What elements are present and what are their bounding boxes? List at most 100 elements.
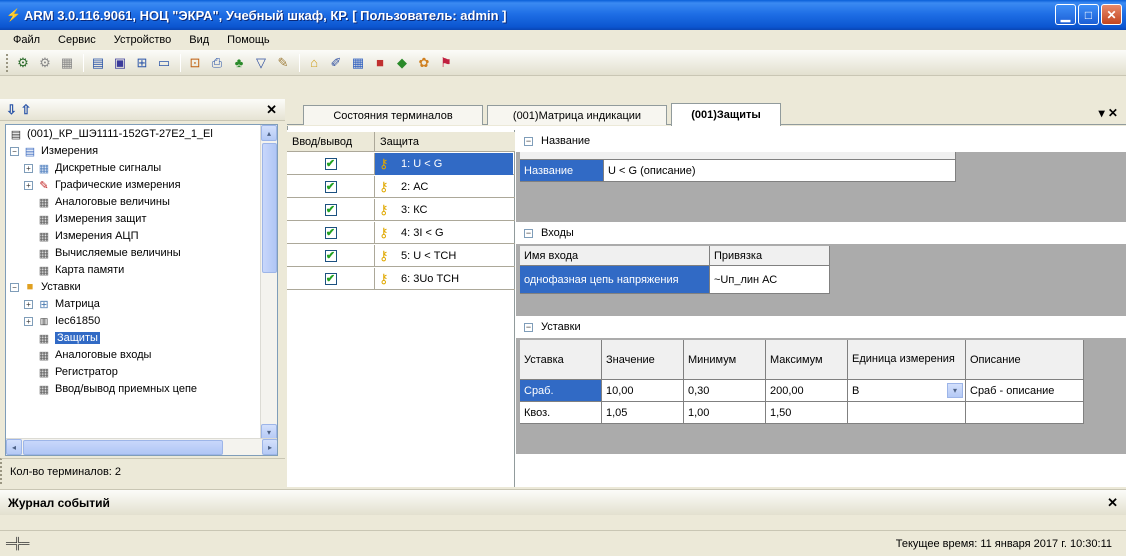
scroll-right-icon[interactable]: ▸ (262, 439, 277, 455)
tree-vertical-scrollbar[interactable]: ▴ ▾ (260, 125, 277, 440)
protection-row[interactable]: ✔ ⚷ 1: U < G (287, 153, 515, 175)
tree-item-adc[interactable]: ▦ Измерения АЦП (36, 228, 139, 244)
arrows-icon[interactable]: ⇩ ⇧ (6, 102, 31, 118)
list-icon[interactable]: ▤ (88, 53, 108, 73)
io-checkbox[interactable]: ✔ (324, 273, 337, 285)
users-icon[interactable]: ⚙ (13, 53, 33, 73)
chevron-down-icon[interactable]: ▾ (947, 383, 963, 398)
maximize-button[interactable]: □ (1078, 4, 1099, 25)
tab-protections[interactable]: (001)Защиты (671, 103, 781, 126)
tree-item-prot-meas[interactable]: ▦ Измерения защит (36, 211, 147, 227)
column-binding[interactable]: Привязка (710, 246, 830, 266)
event-journal-header[interactable]: Журнал событий ✕ (0, 489, 1126, 515)
column-input-name[interactable]: Имя входа (520, 246, 710, 266)
io-checkbox[interactable]: ✔ (324, 158, 337, 170)
menu-view[interactable]: Вид (180, 34, 218, 46)
io-checkbox[interactable]: ✔ (324, 250, 337, 262)
scroll-thumb[interactable] (262, 143, 277, 273)
folder-icon[interactable]: ⌂ (304, 53, 324, 73)
tab-indication-matrix[interactable]: (001)Матрица индикации (487, 105, 667, 125)
io-checkbox[interactable]: ✔ (324, 227, 337, 239)
settings-icon[interactable]: ▦ (348, 53, 368, 73)
menu-service[interactable]: Сервис (49, 34, 105, 46)
scroll-thumb[interactable] (23, 440, 223, 455)
unit-cell[interactable] (848, 402, 966, 424)
minimize-button[interactable]: ▁ (1055, 4, 1076, 25)
tree-horizontal-scrollbar[interactable]: ◂ ▸ (6, 438, 277, 455)
protection-row[interactable]: ✔ ⚷ 3: КС (287, 199, 515, 221)
tree-item-computed[interactable]: ▦ Вычисляемые величины (36, 245, 181, 261)
expand-icon[interactable]: + (24, 163, 33, 173)
tree-item-protections[interactable]: ▦ Защиты (36, 330, 100, 346)
name-value[interactable]: U < G (описание) (604, 160, 956, 182)
expand-icon[interactable]: + (24, 180, 33, 190)
expand-icon[interactable]: + (24, 299, 33, 309)
tree-item-memmap[interactable]: ▦ Карта памяти (36, 262, 124, 278)
tree-item-analog[interactable]: ▦ Аналоговые величины (36, 194, 170, 210)
collapse-icon[interactable]: − (10, 282, 19, 292)
input-binding-cell[interactable]: ~Uп_лин АС (710, 266, 830, 294)
scroll-left-icon[interactable]: ◂ (6, 439, 22, 455)
section-settings-header[interactable]: − Уставки (516, 316, 1126, 338)
column-description[interactable]: Описание (966, 340, 1084, 380)
setting-value-cell[interactable]: 10,00 (602, 380, 684, 402)
io-checkbox[interactable]: ✔ (324, 204, 337, 216)
tree-item-discrete[interactable]: + ▦ Дискретные сигналы (24, 160, 161, 176)
tree-item-io[interactable]: ▦ Ввод/вывод приемных цепе (36, 381, 197, 397)
tree-icon[interactable]: ♣ (229, 53, 249, 73)
tree-item-recorder[interactable]: ▦ Регистратор (36, 364, 118, 380)
export-icon[interactable]: ⎙ (207, 53, 227, 73)
close-button[interactable]: ✕ (1101, 4, 1122, 25)
tree-item-iec[interactable]: + ▥ Iec61850 (24, 313, 100, 329)
collapse-icon[interactable]: − (524, 228, 533, 238)
column-value[interactable]: Значение (602, 340, 684, 380)
plugin-icon[interactable]: ✿ (414, 53, 434, 73)
matrix-icon[interactable]: ⊞ (132, 53, 152, 73)
column-setting[interactable]: Уставка (520, 340, 602, 380)
tree-item-measurements[interactable]: − ▤ Измерения (10, 143, 98, 159)
device-icon[interactable]: ⊡ (185, 53, 205, 73)
setting-value-cell[interactable]: 1,05 (602, 402, 684, 424)
protection-row[interactable]: ✔ ⚷ 4: 3I < G (287, 222, 515, 244)
column-min[interactable]: Минимум (684, 340, 766, 380)
expand-icon[interactable]: + (24, 316, 33, 326)
setting-description-cell[interactable]: Сраб - описание (966, 380, 1084, 402)
section-inputs-header[interactable]: − Входы (516, 222, 1126, 244)
protection-row[interactable]: ✔ ⚷ 6: 3Uo ТСН (287, 268, 515, 290)
tree-item-device[interactable]: ▤ (001)_КР_ШЭ1111-152GT-27Е2_1_Еl (8, 126, 213, 142)
chart-icon[interactable]: ◆ (392, 53, 412, 73)
tree-item-settings[interactable]: − ■ Уставки (10, 279, 81, 295)
grid-icon[interactable]: ▦ (57, 53, 77, 73)
collapse-icon[interactable]: − (524, 322, 533, 332)
column-unit[interactable]: Единица измерения (848, 340, 966, 380)
protection-row[interactable]: ✔ ⚷ 5: U < ТСН (287, 245, 515, 267)
tree-item-matrix[interactable]: + ⊞ Матрица (24, 296, 100, 312)
menu-file[interactable]: Файл (4, 34, 49, 46)
collapse-icon[interactable]: − (524, 136, 533, 146)
scroll-up-icon[interactable]: ▴ (261, 125, 277, 141)
column-io[interactable]: Ввод/вывод (287, 132, 375, 152)
unit-select[interactable]: В ▾ (848, 380, 966, 402)
filter-icon[interactable]: ▽ (251, 53, 271, 73)
tab-terminal-states[interactable]: Состояния терминалов (303, 105, 483, 125)
group-icon[interactable]: ⚙ (35, 53, 55, 73)
setting-description-cell[interactable] (966, 402, 1084, 424)
protection-row[interactable]: ✔ ⚷ 2: АС (287, 176, 515, 198)
device-tree[interactable]: ▤ (001)_КР_ШЭ1111-152GT-27Е2_1_Еl − ▤ Из… (5, 124, 278, 456)
window-icon[interactable]: ▭ (154, 53, 174, 73)
journal-close-icon[interactable]: ✕ (1107, 495, 1118, 511)
column-max[interactable]: Максимум (766, 340, 848, 380)
edit-icon[interactable]: ✐ (326, 53, 346, 73)
tree-panel-close-icon[interactable]: ✕ (266, 102, 277, 118)
column-protection[interactable]: Защита (375, 132, 515, 152)
chip-icon[interactable]: ▣ (110, 53, 130, 73)
tabs-menu-close-icon[interactable]: ▾ ✕ (1099, 106, 1118, 120)
tools-icon[interactable]: ✎ (273, 53, 293, 73)
io-checkbox[interactable]: ✔ (324, 181, 337, 193)
collapse-icon[interactable]: − (10, 146, 19, 156)
toolbar-grip[interactable] (6, 53, 9, 72)
section-name-header[interactable]: − Название (516, 130, 1126, 152)
menu-device[interactable]: Устройство (105, 34, 181, 46)
tree-item-analog-inputs[interactable]: ▦ Аналоговые входы (36, 347, 152, 363)
tree-item-graphic[interactable]: + ✎ Графические измерения (24, 177, 181, 193)
